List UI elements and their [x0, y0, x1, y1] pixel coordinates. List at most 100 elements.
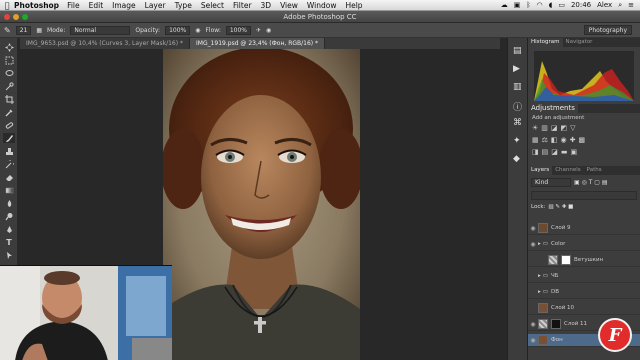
menu-select[interactable]: Select: [201, 1, 224, 10]
menu-help[interactable]: Help: [345, 1, 362, 10]
layer-row[interactable]: Слой 10: [528, 302, 640, 315]
quick-select-tool-icon[interactable]: [3, 81, 15, 91]
tab-adjustments[interactable]: Adjustments: [528, 104, 578, 113]
minimize-button[interactable]: [13, 14, 19, 20]
gradient-tool-icon[interactable]: [3, 185, 15, 195]
menu-window[interactable]: Window: [307, 1, 337, 10]
visibility-eye-icon[interactable]: ◉: [528, 225, 538, 232]
brush-tool-icon[interactable]: ✎: [4, 26, 11, 35]
pressure-size-icon[interactable]: ◉: [266, 27, 271, 34]
type-tool-icon[interactable]: T: [3, 237, 15, 247]
black-white-icon[interactable]: ◧: [551, 136, 558, 144]
wifi-icon[interactable]: ◠: [537, 1, 543, 9]
flow-input[interactable]: 100%: [225, 25, 252, 35]
app-menu[interactable]: Photoshop: [14, 1, 59, 10]
ps-icon[interactable]: ▣: [514, 1, 521, 9]
expand-arrow-icon[interactable]: ▸: [538, 241, 541, 247]
selective-color-icon[interactable]: ▣: [571, 148, 578, 156]
exposure-icon[interactable]: ◩: [561, 124, 568, 132]
tab-paths[interactable]: Paths: [584, 166, 605, 175]
history-icon[interactable]: ▤: [513, 46, 522, 56]
brush-size[interactable]: 21: [15, 25, 32, 35]
layer-row[interactable]: Ветушкин: [528, 254, 640, 267]
move-tool-icon[interactable]: [3, 42, 15, 52]
hue-saturation-icon[interactable]: ▦: [532, 136, 539, 144]
tab-img-9653[interactable]: IMG_9653.psd @ 10,4% (Curves 3, Layer Ma…: [20, 38, 190, 49]
info-icon[interactable]: ⓘ: [513, 100, 522, 113]
list-icon[interactable]: ≡: [628, 1, 634, 9]
photo-filter-icon[interactable]: ◉: [561, 136, 567, 144]
battery-icon[interactable]: ▭: [558, 1, 565, 9]
visibility-eye-icon[interactable]: ◉: [528, 321, 538, 328]
close-button[interactable]: [4, 14, 10, 20]
mode-select[interactable]: Normal: [70, 25, 131, 35]
gradient-map-icon[interactable]: ▬: [561, 148, 568, 156]
pen-tool-icon[interactable]: [3, 224, 15, 234]
brightness-icon[interactable]: ☀: [532, 124, 538, 132]
dodge-tool-icon[interactable]: [3, 211, 15, 221]
menu-file[interactable]: File: [67, 1, 80, 10]
pressure-opacity-icon[interactable]: ◉: [195, 27, 200, 34]
blend-mode-select[interactable]: [531, 191, 637, 200]
menu-filter[interactable]: Filter: [233, 1, 252, 10]
document-canvas-photo[interactable]: [163, 49, 360, 360]
properties-icon[interactable]: ▥: [513, 82, 522, 92]
menu-image[interactable]: Image: [112, 1, 136, 10]
lock-icons[interactable]: ▨ ✎ ✚ ■: [548, 204, 573, 210]
bluetooth-icon[interactable]: ᛒ: [526, 1, 530, 9]
curves-icon[interactable]: ◪: [551, 124, 558, 132]
menu-type[interactable]: Type: [175, 1, 192, 10]
eyedropper-tool-icon[interactable]: [3, 107, 15, 117]
vibrance-icon[interactable]: ▽: [570, 124, 575, 132]
tab-channels[interactable]: Channels: [552, 166, 583, 175]
layer-group-row[interactable]: ▸ ▭ DB: [528, 286, 640, 299]
crop-tool-icon[interactable]: [3, 94, 15, 104]
brush-presets-icon[interactable]: ⌘: [513, 118, 522, 128]
color-balance-icon[interactable]: ⚖: [542, 136, 548, 144]
layer-row[interactable]: ◉ Слой 9: [528, 222, 640, 235]
filter-icons[interactable]: ▣ ◎ T ▢ ▤: [574, 179, 608, 186]
tab-img-1919[interactable]: IMG_1919.psd @ 23,4% (Фон, RGB/16) *: [190, 38, 326, 49]
menu-edit[interactable]: Edit: [89, 1, 104, 10]
visibility-eye-icon[interactable]: ◉: [528, 337, 538, 344]
clock[interactable]: 20:46: [571, 1, 591, 9]
color-lookup-icon[interactable]: ▩: [579, 136, 586, 144]
lasso-tool-icon[interactable]: [3, 68, 15, 78]
zoom-button[interactable]: [22, 14, 28, 20]
tab-layers[interactable]: Layers: [528, 166, 553, 175]
menu-view[interactable]: View: [280, 1, 298, 10]
path-select-tool-icon[interactable]: [3, 250, 15, 260]
invert-icon[interactable]: ◨: [532, 148, 539, 156]
volume-icon[interactable]: ◖: [549, 1, 553, 9]
eraser-tool-icon[interactable]: [3, 172, 15, 182]
clone-source-icon[interactable]: ✦: [513, 136, 521, 146]
posterize-icon[interactable]: ▤: [542, 148, 549, 156]
cloud-icon[interactable]: ☁: [501, 1, 508, 9]
menu-3d[interactable]: 3D: [261, 1, 272, 10]
search-icon[interactable]: ⌕: [618, 1, 622, 10]
expand-arrow-icon[interactable]: ▸: [538, 273, 541, 279]
apple-menu-icon[interactable]: : [0, 1, 14, 10]
tab-navigator[interactable]: Navigator: [563, 38, 596, 47]
threshold-icon[interactable]: ◪: [551, 148, 558, 156]
levels-icon[interactable]: ▥: [541, 124, 548, 132]
character-icon[interactable]: ◆: [513, 154, 520, 164]
expand-arrow-icon[interactable]: ▸: [538, 289, 541, 295]
tab-histogram[interactable]: Histogram: [528, 38, 563, 47]
brush-panel-icon[interactable]: ▦: [36, 27, 42, 34]
layer-group-row[interactable]: ▸ ▭ ЧБ: [528, 270, 640, 283]
airbrush-icon[interactable]: ✈: [256, 27, 261, 34]
user-name[interactable]: Alex: [597, 1, 612, 9]
clone-stamp-tool-icon[interactable]: [3, 146, 15, 156]
healing-brush-tool-icon[interactable]: [3, 120, 15, 130]
history-brush-tool-icon[interactable]: [3, 159, 15, 169]
menu-layer[interactable]: Layer: [145, 1, 166, 10]
brush-tool-icon[interactable]: [3, 133, 15, 143]
workspace-select[interactable]: Photography: [583, 25, 632, 35]
visibility-eye-icon[interactable]: ◉: [528, 241, 538, 248]
blur-tool-icon[interactable]: [3, 198, 15, 208]
opacity-input[interactable]: 100%: [165, 25, 191, 35]
marquee-tool-icon[interactable]: [3, 55, 15, 65]
layer-group-row[interactable]: ◉ ▸ ▭ Color: [528, 238, 640, 251]
channel-mixer-icon[interactable]: ✚: [570, 136, 576, 144]
